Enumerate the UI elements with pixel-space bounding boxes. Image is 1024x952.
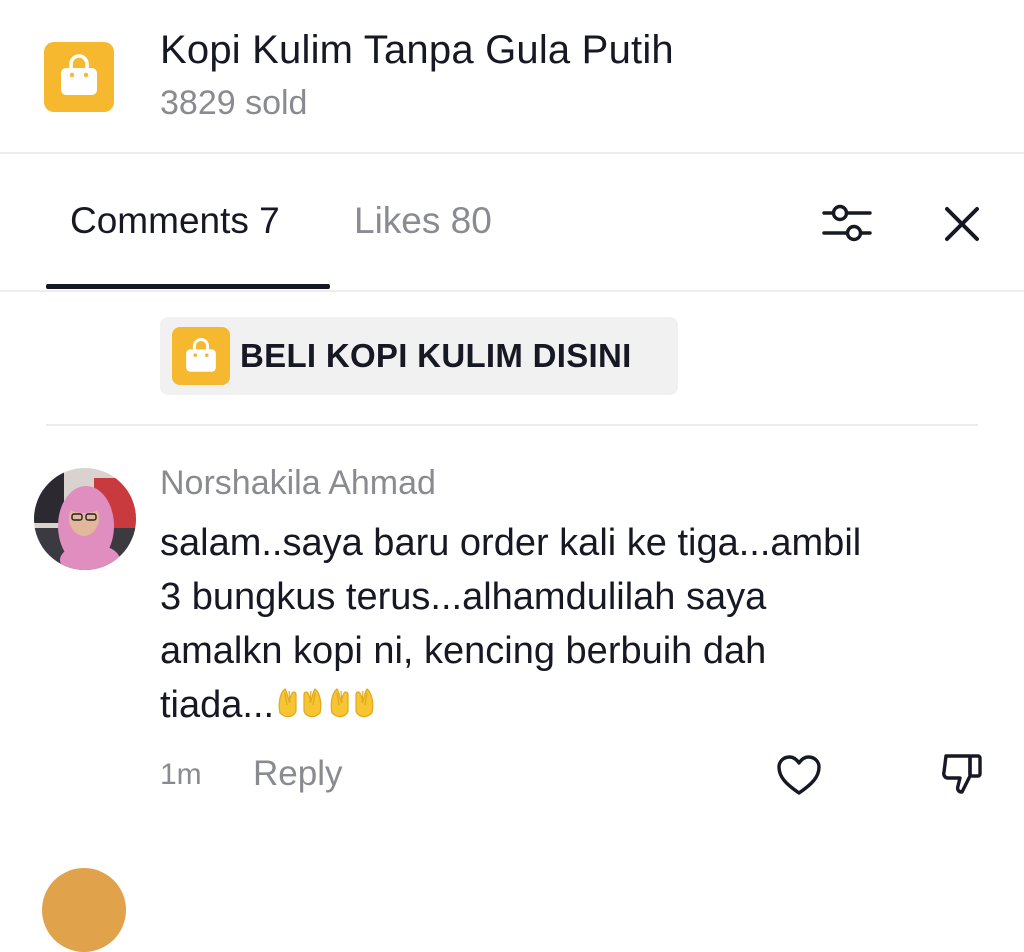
thumbs-down-icon	[942, 754, 982, 794]
shop-link-button[interactable]: BELI KOPI KULIM DISINI	[160, 317, 678, 395]
avatar[interactable]	[34, 468, 136, 570]
comment-text: salam..saya baru order kali ke tiga...am…	[160, 516, 990, 732]
palms-up-together-emoji	[278, 688, 322, 718]
reply-button[interactable]: Reply	[253, 754, 342, 794]
product-sold-count: 3829 sold	[160, 84, 308, 122]
filter-button[interactable]	[818, 198, 876, 248]
like-button[interactable]	[774, 752, 824, 798]
tab-comments[interactable]: Comments 7	[70, 200, 280, 242]
heart-outline-icon	[777, 755, 821, 795]
divider	[46, 424, 978, 426]
product-title[interactable]: Kopi Kulim Tanpa Gula Putih	[160, 28, 674, 73]
divider	[0, 290, 1024, 292]
dislike-button[interactable]	[938, 748, 988, 798]
tab-likes[interactable]: Likes 80	[354, 200, 492, 242]
shop-link-label: BELI KOPI KULIM DISINI	[240, 337, 632, 374]
active-tab-indicator	[46, 284, 330, 289]
close-icon	[945, 207, 979, 241]
comment-text-body: salam..saya baru order kali ke tiga...am…	[160, 522, 862, 726]
shopping-bag-icon	[172, 327, 230, 385]
comments-tab-bar: Comments 7 Likes 80	[0, 154, 1024, 292]
avatar[interactable]	[42, 868, 126, 952]
shopping-bag-icon[interactable]	[44, 42, 114, 112]
filter-sliders-icon	[822, 204, 872, 242]
comment-author[interactable]: Norshakila Ahmad	[160, 464, 436, 503]
comment-timestamp: 1m	[160, 758, 202, 791]
palms-up-together-emoji	[330, 688, 374, 718]
close-button[interactable]	[938, 198, 986, 248]
product-header: Kopi Kulim Tanpa Gula Putih 3829 sold	[0, 0, 1024, 152]
